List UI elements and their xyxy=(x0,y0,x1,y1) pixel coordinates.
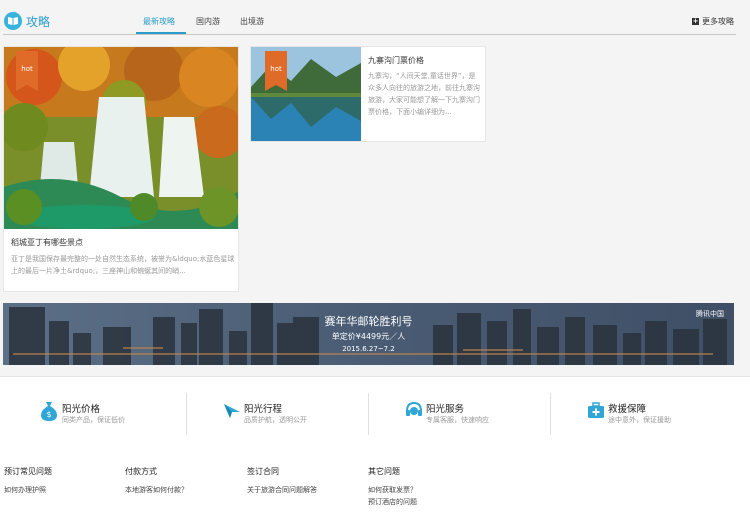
first-aid-kit-icon xyxy=(586,400,608,422)
feature-subtitle: 专属客服，快速响应 xyxy=(426,415,489,425)
book-icon xyxy=(4,12,22,30)
faq-heading: 付款方式 xyxy=(125,466,188,477)
feature-title: 阳光服务 xyxy=(426,401,464,415)
faq-other: 其它问题 如何获取发票？ 预订酒店的问题 xyxy=(368,466,417,508)
banner-source: 腾讯中国 xyxy=(696,309,724,319)
more-guides-label: 更多攻略 xyxy=(702,16,734,27)
feature-divider xyxy=(368,393,369,435)
plus-icon: + xyxy=(692,18,699,25)
hot-badge: hot xyxy=(16,51,38,85)
section-title: 攻略 xyxy=(26,13,50,30)
money-bag-icon: $ xyxy=(40,400,62,422)
feature-rescue[interactable]: 救援保障 途中意外，保证援助 xyxy=(586,398,706,428)
feature-divider xyxy=(186,393,187,435)
tab-latest[interactable]: 最新攻略 xyxy=(143,16,175,27)
guide-card-jiuzhaigou[interactable]: hot 九寨沟门票价格 九寨沟，“人间天堂,童话世界”，是众多人向往的旅游之地，… xyxy=(250,46,486,142)
feature-title: 救援保障 xyxy=(608,401,646,415)
card-description: 亚丁是我国保存最完整的一处自然生态系统，被誉为&ldquo;水蓝色星球上的最后一… xyxy=(11,253,235,277)
card-description: 九寨沟，“人间天堂,童话世界”，是众多人向往的旅游之地，前往九寨沟旅游，大家可能… xyxy=(368,70,482,118)
hot-badge: hot xyxy=(265,51,287,85)
faq-payment: 付款方式 本地游客如何付款？ xyxy=(125,466,188,496)
more-guides-link[interactable]: + 更多攻略 xyxy=(692,16,734,27)
guide-card-daocheng[interactable]: hot 稻城亚丁有哪些景点 亚丁是我国保存最完整的一处自然生态系统，被誉为&ld… xyxy=(3,46,239,292)
feature-price[interactable]: $ 阳光价格 同类产品，保证低价 xyxy=(40,398,160,428)
faq-contract: 签订合同 关于旅游合同问题解答 xyxy=(247,466,317,496)
cruise-banner[interactable]: 赛年华邮轮胜利号 单定价¥4499元／人 2015.6.27~7.2 腾讯中国 xyxy=(3,303,734,365)
feature-subtitle: 途中意外，保证援助 xyxy=(608,415,671,425)
feature-subtitle: 同类产品，保证低价 xyxy=(62,415,125,425)
banner-date: 2015.6.27~7.2 xyxy=(3,345,734,353)
paper-plane-icon xyxy=(222,400,244,422)
feature-title: 阳光价格 xyxy=(62,401,100,415)
faq-link[interactable]: 预订酒店的问题 xyxy=(368,496,417,508)
header-divider xyxy=(3,34,736,35)
headset-icon xyxy=(404,400,426,422)
tab-outbound[interactable]: 出境游 xyxy=(240,16,264,27)
faq-heading: 预订常见问题 xyxy=(4,466,52,477)
feature-title: 阳光行程 xyxy=(244,401,282,415)
tab-domestic[interactable]: 国内游 xyxy=(196,16,220,27)
card-title[interactable]: 稻城亚丁有哪些景点 xyxy=(11,237,83,248)
card-title[interactable]: 九寨沟门票价格 xyxy=(368,55,424,66)
feature-divider xyxy=(550,393,551,435)
faq-heading: 签订合同 xyxy=(247,466,317,477)
feature-subtitle: 品质护航，透明公开 xyxy=(244,415,307,425)
feature-itinerary[interactable]: 阳光行程 品质护航，透明公开 xyxy=(222,398,342,428)
banner-price: 单定价¥4499元／人 xyxy=(3,331,734,342)
svg-text:$: $ xyxy=(46,410,51,419)
faq-booking: 预订常见问题 如何办理护照 xyxy=(4,466,52,496)
faq-link[interactable]: 本地游客如何付款？ xyxy=(125,484,188,496)
waterfall-photo[interactable] xyxy=(4,47,238,229)
faq-heading: 其它问题 xyxy=(368,466,417,477)
faq-link[interactable]: 关于旅游合同问题解答 xyxy=(247,484,317,496)
faq-link[interactable]: 如何获取发票？ xyxy=(368,484,417,496)
section-header: 攻略 最新攻略 国内游 出境游 + 更多攻略 xyxy=(0,0,750,36)
faq-link[interactable]: 如何办理护照 xyxy=(4,484,52,496)
feature-service[interactable]: 阳光服务 专属客服，快速响应 xyxy=(404,398,524,428)
banner-title: 赛年华邮轮胜利号 xyxy=(3,313,734,329)
